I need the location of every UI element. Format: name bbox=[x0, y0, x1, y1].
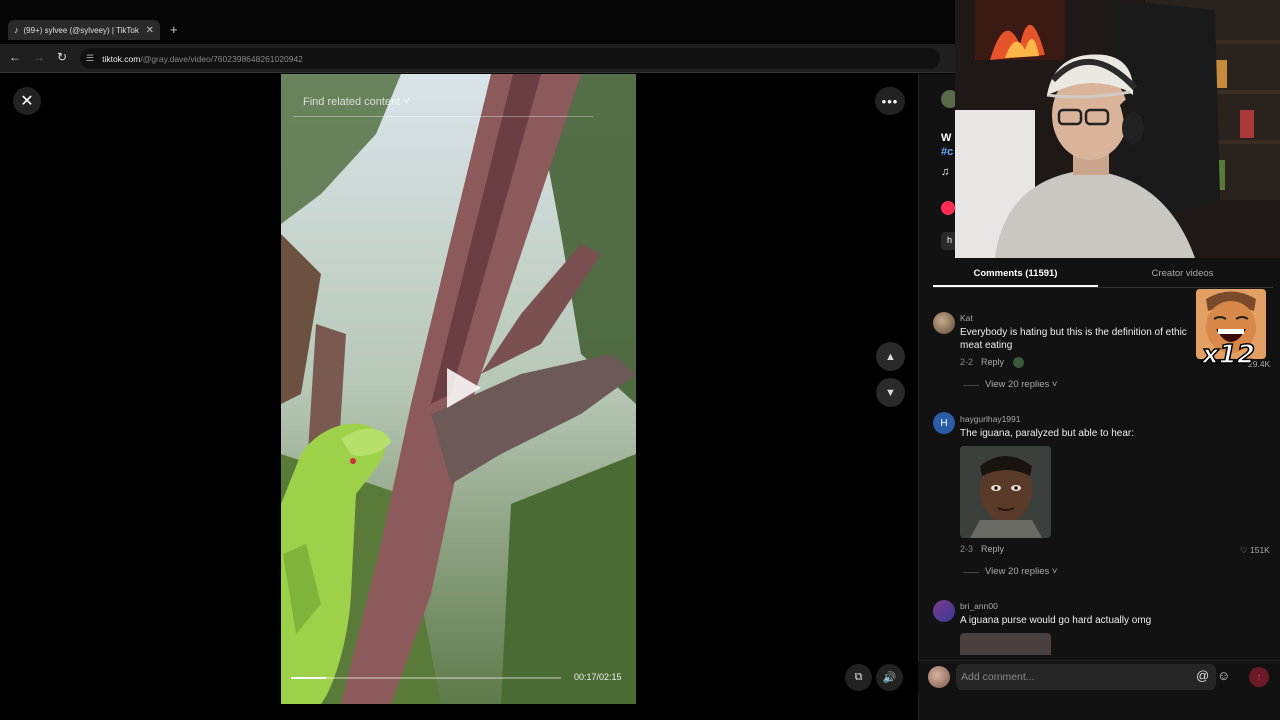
reply-button[interactable]: Reply bbox=[981, 357, 1004, 367]
avatar[interactable]: H bbox=[933, 412, 955, 434]
comment-text: Everybody is hating but this is the defi… bbox=[960, 327, 1187, 338]
active-tab-indicator bbox=[933, 285, 1098, 287]
view-replies-link[interactable]: View 20 replies ˅ bbox=[985, 566, 1057, 577]
comment-date: 2-3 bbox=[960, 544, 974, 554]
replies-divider bbox=[963, 572, 979, 573]
pip-icon: ⧉ bbox=[854, 671, 863, 683]
comment-username[interactable]: Kat bbox=[960, 313, 973, 323]
webcam-feed bbox=[955, 0, 1280, 258]
tabs-divider bbox=[933, 287, 1273, 288]
find-related-text: Find related content bbox=[303, 96, 401, 108]
meme-photo bbox=[960, 446, 1051, 538]
view-replies-text: View 20 replies bbox=[985, 566, 1050, 577]
previous-video-button[interactable]: ▲ bbox=[876, 342, 905, 371]
arrow-up-icon: ↑ bbox=[1256, 671, 1262, 683]
comment-text: A iguana purse would go hard actually om… bbox=[960, 615, 1152, 626]
tab-title: (99+) sylvee (@sylveey) | TikTok bbox=[23, 25, 139, 35]
heart-outline-icon: ♡ bbox=[1240, 545, 1248, 555]
view-replies-text: View 20 replies bbox=[985, 379, 1050, 390]
creator-liked-avatar bbox=[1013, 357, 1024, 368]
chevron-down-icon: ˅ bbox=[1051, 566, 1058, 577]
tab-comments[interactable]: Comments (11591) bbox=[933, 268, 1098, 279]
like-count-text: 151K bbox=[1250, 545, 1270, 555]
next-video-button[interactable]: ▼ bbox=[876, 378, 905, 407]
mention-icon[interactable]: @ bbox=[1196, 668, 1209, 683]
comment-username[interactable]: bri_ann00 bbox=[960, 601, 998, 611]
speaker-icon: 🔊 bbox=[882, 672, 897, 684]
hashtag-partial[interactable]: #c bbox=[941, 146, 953, 158]
browser-tab[interactable]: ♪ (99+) sylvee (@sylveey) | TikTok ✕ bbox=[8, 20, 160, 40]
address-bar[interactable]: ☰ tiktok.com/@gray.dave/video/7602398648… bbox=[80, 48, 940, 69]
reload-icon[interactable]: ↻ bbox=[57, 50, 67, 64]
webcam-overlay bbox=[955, 0, 1280, 258]
comment-username[interactable]: haygurlhay1991 bbox=[960, 414, 1021, 424]
comment-text-continued: meat eating bbox=[960, 340, 1013, 351]
send-button[interactable]: ↑ bbox=[1249, 667, 1269, 687]
chevron-down-icon: ˅ bbox=[403, 96, 410, 108]
close-button[interactable]: ✕ bbox=[13, 87, 41, 115]
video-player[interactable] bbox=[281, 74, 636, 704]
avatar[interactable] bbox=[933, 600, 955, 622]
tab-creator-videos[interactable]: Creator videos bbox=[1100, 268, 1265, 279]
like-count[interactable]: ♡ 151K bbox=[1240, 545, 1270, 556]
comment-image[interactable] bbox=[960, 633, 1051, 655]
creator-name-partial: W bbox=[941, 132, 952, 144]
avatar[interactable] bbox=[933, 312, 955, 334]
comment-text: The iguana, paralyzed but able to hear: bbox=[960, 428, 1135, 439]
comment-date: 2-2 bbox=[960, 357, 974, 367]
floating-player-button[interactable]: ⧉ bbox=[845, 664, 872, 691]
site-settings-icon[interactable]: ☰ bbox=[86, 53, 94, 64]
close-icon: ✕ bbox=[20, 93, 34, 110]
more-options-button[interactable]: ••• bbox=[875, 87, 905, 115]
find-related-link[interactable]: Find related content ˅ bbox=[303, 96, 410, 108]
volume-button[interactable]: 🔊 bbox=[876, 664, 903, 691]
forward-arrow-icon[interactable]: → bbox=[33, 50, 45, 64]
avatar bbox=[928, 666, 950, 688]
tiktok-favicon-icon: ♪ bbox=[14, 25, 19, 35]
music-icon: ♫ bbox=[941, 166, 950, 178]
new-tab-button[interactable]: + bbox=[170, 22, 178, 37]
emote-combo-count: x12 bbox=[1201, 339, 1255, 371]
divider bbox=[293, 116, 593, 117]
replies-divider bbox=[963, 385, 979, 386]
like-heart-icon[interactable] bbox=[941, 201, 955, 215]
video-progress-fill bbox=[291, 677, 327, 679]
video-frame bbox=[281, 74, 636, 704]
avatar-letter: H bbox=[940, 417, 948, 429]
comment-image[interactable] bbox=[960, 446, 1051, 538]
chevron-up-icon: ▲ bbox=[885, 350, 896, 363]
ellipsis-icon: ••• bbox=[881, 93, 899, 109]
tab-close-icon[interactable]: ✕ bbox=[146, 25, 154, 36]
chevron-down-icon: ▼ bbox=[885, 386, 896, 399]
add-comment-placeholder: Add comment... bbox=[961, 671, 1035, 683]
emoji-icon[interactable]: ☺ bbox=[1217, 668, 1230, 683]
video-timecode: 00:17/02:15 bbox=[574, 672, 622, 682]
add-comment-input[interactable]: Add comment... bbox=[956, 664, 1216, 690]
url-host: tiktok.com bbox=[102, 53, 141, 64]
chevron-down-icon: ˅ bbox=[1051, 379, 1058, 390]
video-progress-track[interactable] bbox=[291, 677, 561, 679]
view-replies-link[interactable]: View 20 replies ˅ bbox=[985, 379, 1057, 390]
url-path: /@gray.dave/video/7602398648261020942 bbox=[140, 53, 303, 64]
reply-button[interactable]: Reply bbox=[981, 544, 1004, 554]
back-arrow-icon[interactable]: ← bbox=[9, 50, 21, 64]
